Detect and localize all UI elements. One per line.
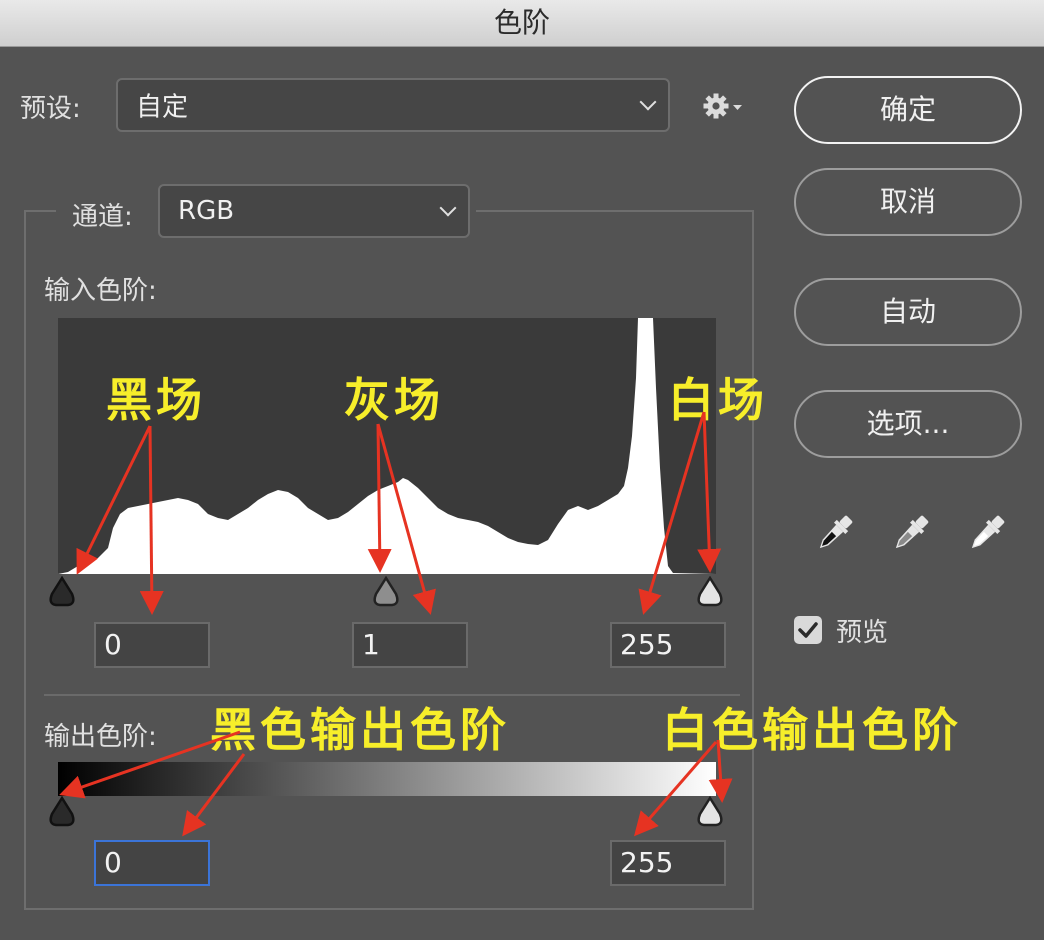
preset-label: 预设: bbox=[20, 94, 81, 124]
annotation-black-point: 黑场 bbox=[106, 373, 206, 427]
histogram-shape bbox=[58, 318, 716, 574]
output-black-slider[interactable] bbox=[44, 796, 80, 830]
output-white-slider[interactable] bbox=[692, 796, 728, 830]
preset-select[interactable]: 自定 bbox=[116, 78, 670, 132]
input-gamma-field[interactable]: 1 bbox=[352, 622, 468, 668]
cancel-button[interactable]: 取消 bbox=[794, 168, 1022, 236]
annotation-white-point: 白场 bbox=[668, 373, 768, 427]
ok-button[interactable]: 确定 bbox=[794, 76, 1022, 144]
channel-value: RGB bbox=[178, 196, 235, 226]
output-gradient-bar bbox=[58, 762, 716, 796]
input-white-field[interactable]: 255 bbox=[610, 622, 726, 668]
options-button[interactable]: 选项... bbox=[794, 390, 1022, 458]
output-black-field[interactable]: 0 bbox=[94, 840, 210, 886]
channel-select[interactable]: RGB bbox=[158, 184, 470, 238]
input-white-slider[interactable] bbox=[692, 576, 728, 610]
chevron-down-icon bbox=[439, 199, 457, 217]
gear-icon[interactable] bbox=[700, 88, 746, 124]
channel-label: 通道: bbox=[72, 202, 133, 232]
input-black-slider[interactable] bbox=[44, 576, 80, 610]
chevron-down-icon bbox=[639, 93, 657, 111]
annotation-gray-point: 灰场 bbox=[344, 373, 444, 427]
preview-label: 预览 bbox=[836, 618, 889, 648]
input-levels-label: 输入色阶: bbox=[44, 276, 157, 306]
auto-button[interactable]: 自动 bbox=[794, 278, 1022, 346]
black-eyedropper-icon[interactable] bbox=[810, 510, 858, 558]
checkmark-icon bbox=[798, 622, 818, 638]
annotation-black-output: 黑色输出色阶 bbox=[210, 703, 510, 757]
output-levels-label: 输出色阶: bbox=[44, 722, 157, 752]
histogram bbox=[58, 318, 716, 574]
input-black-field[interactable]: 0 bbox=[94, 622, 210, 668]
output-white-field[interactable]: 255 bbox=[610, 840, 726, 886]
gray-eyedropper-icon[interactable] bbox=[886, 510, 934, 558]
window-title: 色阶 bbox=[0, 0, 1044, 47]
white-eyedropper-icon[interactable] bbox=[962, 510, 1010, 558]
input-gamma-slider[interactable] bbox=[368, 576, 404, 610]
preview-checkbox[interactable] bbox=[794, 616, 822, 644]
annotation-white-output: 白色输出色阶 bbox=[662, 703, 962, 757]
preset-value: 自定 bbox=[136, 92, 189, 123]
